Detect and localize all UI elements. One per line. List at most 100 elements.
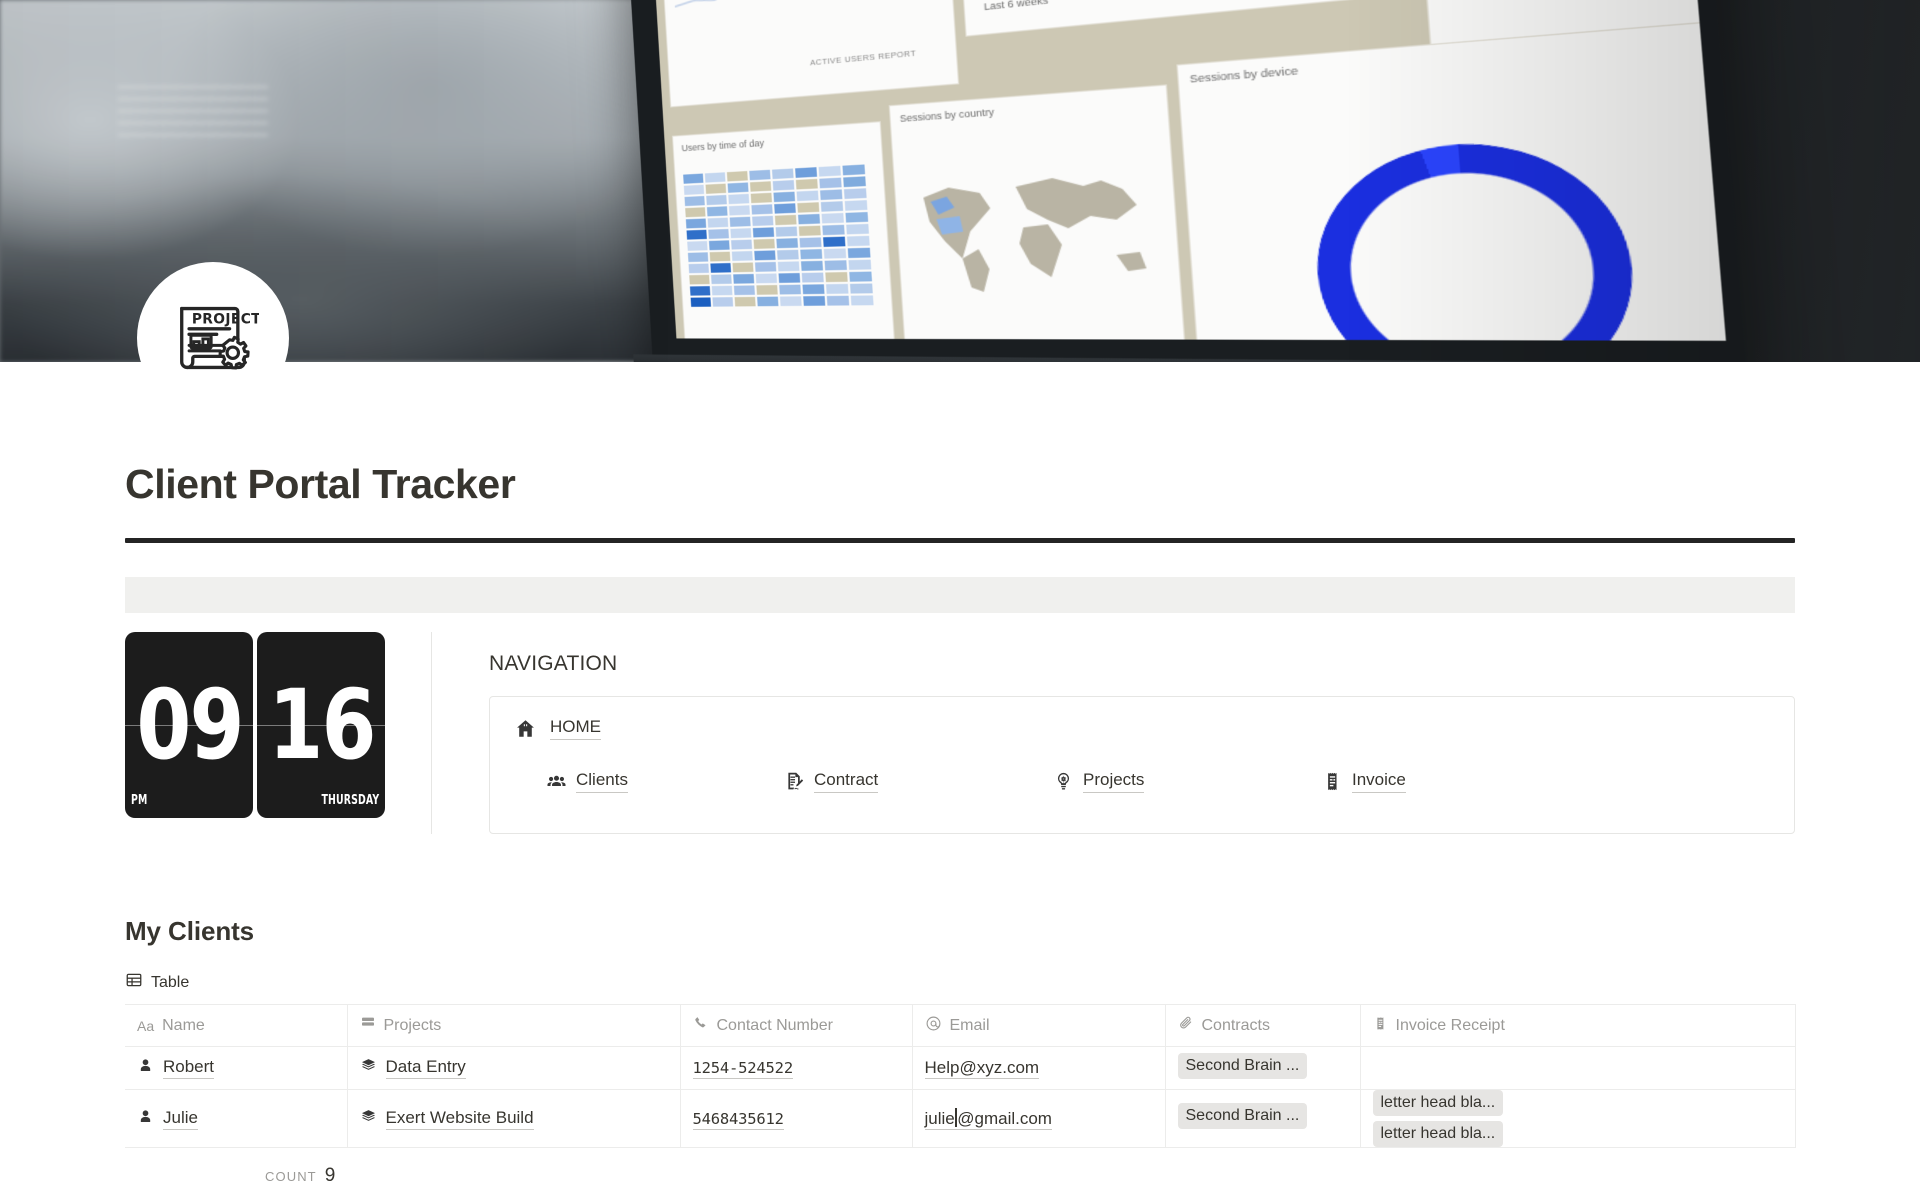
email-editing-value: julie @gmail.com [924,1108,1052,1130]
table-header-row: Aa Name Projects Contact Number Email Co… [125,1004,1796,1047]
invoice-chip-stack: letter head bla... letter head bla... [1372,1090,1783,1147]
invoice-chip[interactable]: letter head bla... [1372,1090,1504,1116]
navigation-box: HOME Clients Contract Projects Invoice [489,696,1795,834]
cell-contracts[interactable]: Second Brain ... [1165,1089,1361,1148]
cell-value: Robert [163,1057,215,1079]
column-header-email[interactable]: Email [912,1004,1166,1047]
receipt-icon [1321,771,1343,793]
cell-project[interactable]: Exert Website Build [347,1089,681,1148]
view-tab-table[interactable]: Table [125,971,189,994]
laptop-screen: ACTIVE USERS REPORT Aug 20 - Aug 26 Last… [651,0,1726,341]
cell-name[interactable]: Robert [125,1046,348,1090]
cell-value: Exert Website Build [385,1108,534,1130]
nav-item-invoice[interactable]: Invoice [1321,770,1406,793]
dash-card-sessions-by-device: Sessions by device [1176,18,1726,341]
page-title: Client Portal Tracker [125,461,516,507]
column-header-contact[interactable]: Contact Number [680,1004,913,1047]
clock-meridiem: PM [131,793,148,808]
text-aa-icon: Aa [137,1017,155,1034]
flip-card-hour: 09 PM [125,632,253,818]
clock-column: 09 PM 16 THURSDAY [125,632,432,834]
cell-invoice-receipt[interactable]: letter head bla... letter head bla... [1360,1089,1796,1148]
contract-chip[interactable]: Second Brain ... [1177,1052,1308,1079]
count-value: 9 [324,1165,336,1186]
relation-icon [360,1015,376,1036]
nav-slot-contract: Contract [783,770,1052,793]
nav-home-label: HOME [550,717,601,740]
contract-chip[interactable]: Second Brain ... [1177,1103,1308,1129]
stack-icon [360,1057,377,1079]
nav-item-contract[interactable]: Contract [783,770,879,793]
dash-card-sessions-by-country: Sessions by country Czechia [888,84,1191,341]
cell-value: 1254-524522 [692,1059,793,1079]
page-icon[interactable]: PROJECT [137,262,289,414]
cell-value: 5468435612 [692,1109,784,1130]
flip-clock[interactable]: 09 PM 16 THURSDAY [125,632,385,818]
cell-name[interactable]: Julie [125,1089,348,1148]
person-icon [137,1108,154,1130]
column-header-projects[interactable]: Projects [347,1004,681,1047]
table-row[interactable]: Julie Exert Website Build 5468435612 jul… [125,1089,1796,1148]
column-label: Contact Number [716,1016,834,1034]
view-tab-label: Table [151,973,190,991]
nav-slot-clients: Clients [514,770,783,793]
column-header-name[interactable]: Aa Name [125,1004,348,1047]
cell-project[interactable]: Data Entry [347,1046,681,1090]
dash-card-active-users: ACTIVE USERS REPORT [659,0,960,108]
nav-projects-label: Projects [1083,770,1145,793]
email-prefix: julie [924,1109,955,1128]
count-label: COUNT [265,1169,317,1184]
nav-clients-label: Clients [576,770,628,793]
nav-item-clients[interactable]: Clients [545,770,628,793]
nav-item-home[interactable]: HOME [514,717,1770,740]
dash-card-users-by-time: Users by time of day [671,121,900,341]
column-label: Contracts [1201,1016,1270,1034]
table-footer-count[interactable]: COUNT 9 [125,1165,1795,1187]
table-row[interactable]: Robert Data Entry 1254-524522 Help@xyz.c… [125,1046,1796,1090]
nav-item-projects[interactable]: Projects [1052,770,1145,793]
table-body: Robert Data Entry 1254-524522 Help@xyz.c… [125,1046,1796,1148]
dash-card-cohort: Aug 20 - Aug 26 Last 6 weeks [955,0,1414,37]
project-gear-icon: PROJECT [180,306,259,370]
cell-invoice-receipt[interactable] [1360,1046,1796,1090]
contract-icon [783,771,805,793]
navigation-heading: NAVIGATION [489,652,618,675]
clock-minute: 16 [268,669,377,781]
clients-section-title: My Clients [125,916,255,946]
cell-contracts[interactable]: Second Brain ... [1165,1046,1361,1090]
nav-links-row: Clients Contract Projects Invoice [514,770,1770,793]
active-users-report-link: ACTIVE USERS REPORT [809,48,917,68]
table-icon [125,971,143,994]
navigation-column: NAVIGATION HOME Clients Contract Project… [432,632,1795,834]
nav-invoice-label: Invoice [1352,770,1406,793]
column-header-invoice-receipt[interactable]: Invoice Receipt [1360,1004,1796,1047]
cell-email[interactable]: julie @gmail.com [912,1089,1166,1148]
table-header: Aa Name Projects Contact Number Email Co… [125,1004,1796,1047]
top-columns: 09 PM 16 THURSDAY NAVIGATION HOME Client… [125,632,1795,834]
sparkline-chart [671,0,930,17]
cover-banner[interactable]: ACTIVE USERS REPORT Aug 20 - Aug 26 Last… [0,0,1920,362]
cell-value: Julie [163,1108,198,1130]
nav-slot-invoice: Invoice [1321,770,1590,793]
cell-contact[interactable]: 5468435612 [680,1089,913,1148]
placeholder-block[interactable] [125,577,1795,613]
world-map-chart [922,174,1147,293]
flip-card-minute: 16 THURSDAY [257,632,385,818]
donut-chart [1308,135,1643,341]
svg-text:PROJECT: PROJECT [192,311,259,327]
cell-contact[interactable]: 1254-524522 [680,1046,913,1090]
page-content: Client Portal Tracker 09 PM 16 THURSDAY [0,362,1920,1187]
receipt-icon [1373,1016,1388,1036]
page-body: Client Portal Tracker 09 PM 16 THURSDAY [0,362,1920,1187]
home-icon [514,718,536,740]
person-icon [137,1057,154,1079]
sofa-texture [118,86,268,146]
invoice-chip[interactable]: letter head bla... [1372,1121,1504,1147]
sessions-by-country-title: Sessions by country [899,106,995,125]
column-header-contracts[interactable]: Contracts [1165,1004,1361,1047]
users-by-time-title: Users by time of day [681,137,765,154]
cell-email[interactable]: Help@xyz.com [912,1046,1166,1090]
phone-icon [693,1015,709,1036]
cohort-last-weeks: Last 6 weeks [983,0,1049,13]
cell-value: Data Entry [385,1057,466,1079]
